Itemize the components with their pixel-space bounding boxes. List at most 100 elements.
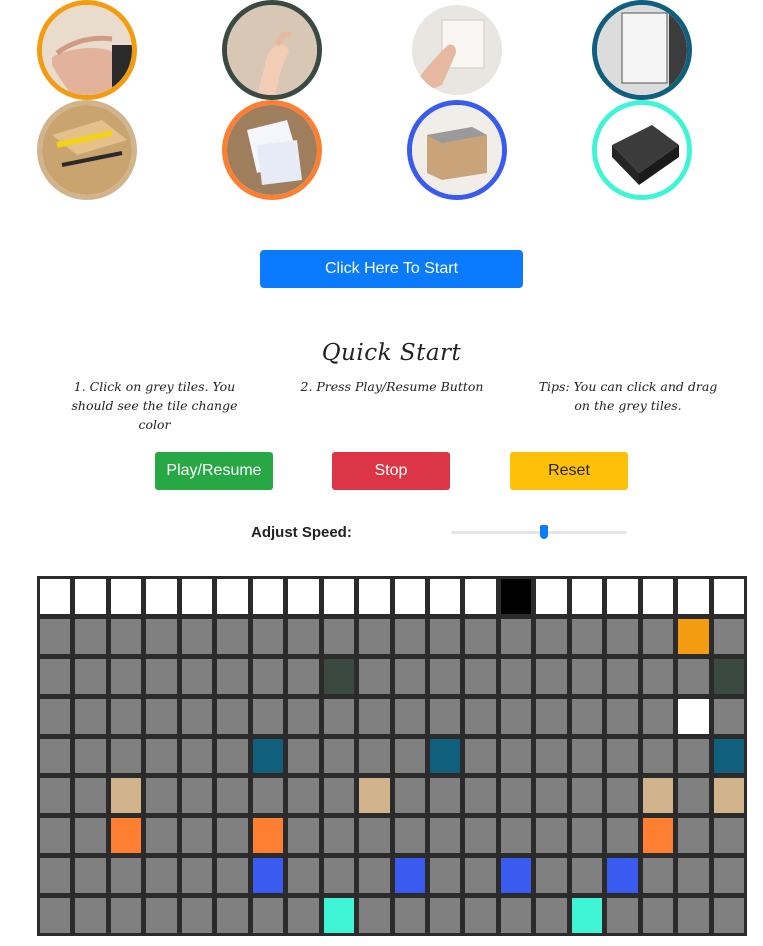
grid-tile[interactable] xyxy=(288,858,319,894)
grid-tile[interactable] xyxy=(217,858,248,894)
grid-tile[interactable] xyxy=(500,898,532,933)
grid-tile[interactable] xyxy=(323,858,355,894)
grid-tile[interactable] xyxy=(40,658,71,694)
grid-tile[interactable] xyxy=(394,778,425,814)
grid-tile[interactable] xyxy=(394,818,425,854)
grid-tile[interactable] xyxy=(40,618,71,654)
grid-tile[interactable] xyxy=(500,698,532,734)
grid-tile[interactable] xyxy=(536,898,567,933)
grid-tile[interactable] xyxy=(465,818,496,854)
grid-tile[interactable] xyxy=(75,818,106,854)
grid-tile[interactable] xyxy=(571,738,603,774)
grid-tile[interactable] xyxy=(394,618,425,654)
grid-tile[interactable] xyxy=(429,658,461,694)
grid-tile[interactable] xyxy=(678,818,709,854)
grid-tile-active[interactable] xyxy=(359,778,390,814)
grid-tile[interactable] xyxy=(678,858,709,894)
grid-tile[interactable] xyxy=(607,778,638,814)
grid-tile[interactable] xyxy=(642,618,674,654)
grid-tile[interactable] xyxy=(678,898,709,933)
grid-tile-active[interactable] xyxy=(642,818,674,854)
grid-tile[interactable] xyxy=(40,898,71,933)
grid-tile[interactable] xyxy=(465,658,496,694)
grid-tile[interactable] xyxy=(323,618,355,654)
grid-tile[interactable] xyxy=(465,618,496,654)
grid-tile[interactable] xyxy=(713,818,744,854)
grid-tile[interactable] xyxy=(536,658,567,694)
speed-slider-thumb[interactable] xyxy=(540,525,549,539)
grid-tile[interactable] xyxy=(536,858,567,894)
sound-sponge-button[interactable] xyxy=(592,100,692,200)
grid-tile[interactable] xyxy=(217,818,248,854)
grid-tile[interactable] xyxy=(252,778,284,814)
grid-tile[interactable] xyxy=(642,898,674,933)
grid-tile-active[interactable] xyxy=(642,778,674,814)
grid-tile[interactable] xyxy=(359,858,390,894)
grid-tile[interactable] xyxy=(181,858,213,894)
stop-button[interactable]: Stop xyxy=(332,452,450,490)
grid-tile[interactable] xyxy=(607,818,638,854)
grid-tile[interactable] xyxy=(110,698,142,734)
grid-tile[interactable] xyxy=(75,898,106,933)
reset-button[interactable]: Reset xyxy=(510,452,628,490)
grid-tile[interactable] xyxy=(110,618,142,654)
grid-tile[interactable] xyxy=(359,818,390,854)
grid-tile[interactable] xyxy=(181,658,213,694)
grid-tile[interactable] xyxy=(571,658,603,694)
grid-tile[interactable] xyxy=(146,818,177,854)
grid-tile[interactable] xyxy=(571,818,603,854)
grid-tile[interactable] xyxy=(500,658,532,694)
grid-tile[interactable] xyxy=(713,898,744,933)
grid-tile-active[interactable] xyxy=(110,818,142,854)
grid-tile[interactable] xyxy=(181,818,213,854)
grid-tile[interactable] xyxy=(252,698,284,734)
grid-tile[interactable] xyxy=(217,778,248,814)
grid-tile[interactable] xyxy=(217,618,248,654)
speed-slider[interactable] xyxy=(451,525,627,539)
grid-tile[interactable] xyxy=(465,898,496,933)
grid-tile[interactable] xyxy=(500,818,532,854)
grid-tile[interactable] xyxy=(146,898,177,933)
sound-switch-button[interactable] xyxy=(407,0,507,100)
grid-tile-active[interactable] xyxy=(713,778,744,814)
grid-tile-active[interactable] xyxy=(252,818,284,854)
grid-tile[interactable] xyxy=(181,778,213,814)
sound-door-button[interactable] xyxy=(592,0,692,100)
grid-tile[interactable] xyxy=(500,618,532,654)
grid-tile[interactable] xyxy=(359,658,390,694)
grid-tile[interactable] xyxy=(713,618,744,654)
grid-tile-active[interactable] xyxy=(252,738,284,774)
grid-tile[interactable] xyxy=(40,818,71,854)
grid-tile[interactable] xyxy=(252,898,284,933)
grid-tile[interactable] xyxy=(429,698,461,734)
grid-tile[interactable] xyxy=(536,818,567,854)
grid-tile[interactable] xyxy=(571,698,603,734)
grid-tile[interactable] xyxy=(678,778,709,814)
grid-tile[interactable] xyxy=(323,738,355,774)
grid-tile[interactable] xyxy=(642,858,674,894)
grid-tile[interactable] xyxy=(394,738,425,774)
start-button[interactable]: Click Here To Start xyxy=(260,250,523,288)
grid-tile[interactable] xyxy=(146,618,177,654)
sound-clap-button[interactable] xyxy=(37,0,137,100)
grid-tile[interactable] xyxy=(110,898,142,933)
grid-tile-active[interactable] xyxy=(678,698,709,734)
grid-tile[interactable] xyxy=(146,778,177,814)
grid-tile-active[interactable] xyxy=(252,858,284,894)
grid-tile[interactable] xyxy=(181,898,213,933)
grid-tile[interactable] xyxy=(75,698,106,734)
grid-tile[interactable] xyxy=(642,658,674,694)
grid-tile[interactable] xyxy=(288,778,319,814)
grid-tile-active[interactable] xyxy=(713,738,744,774)
grid-tile[interactable] xyxy=(288,618,319,654)
grid-tile[interactable] xyxy=(288,818,319,854)
grid-tile-active[interactable] xyxy=(713,658,744,694)
grid-tile[interactable] xyxy=(607,658,638,694)
grid-tile[interactable] xyxy=(429,858,461,894)
grid-tile[interactable] xyxy=(465,858,496,894)
grid-tile[interactable] xyxy=(465,738,496,774)
grid-tile[interactable] xyxy=(429,818,461,854)
grid-tile[interactable] xyxy=(217,658,248,694)
grid-tile-active[interactable] xyxy=(429,738,461,774)
play-resume-button[interactable]: Play/Resume xyxy=(155,452,273,490)
